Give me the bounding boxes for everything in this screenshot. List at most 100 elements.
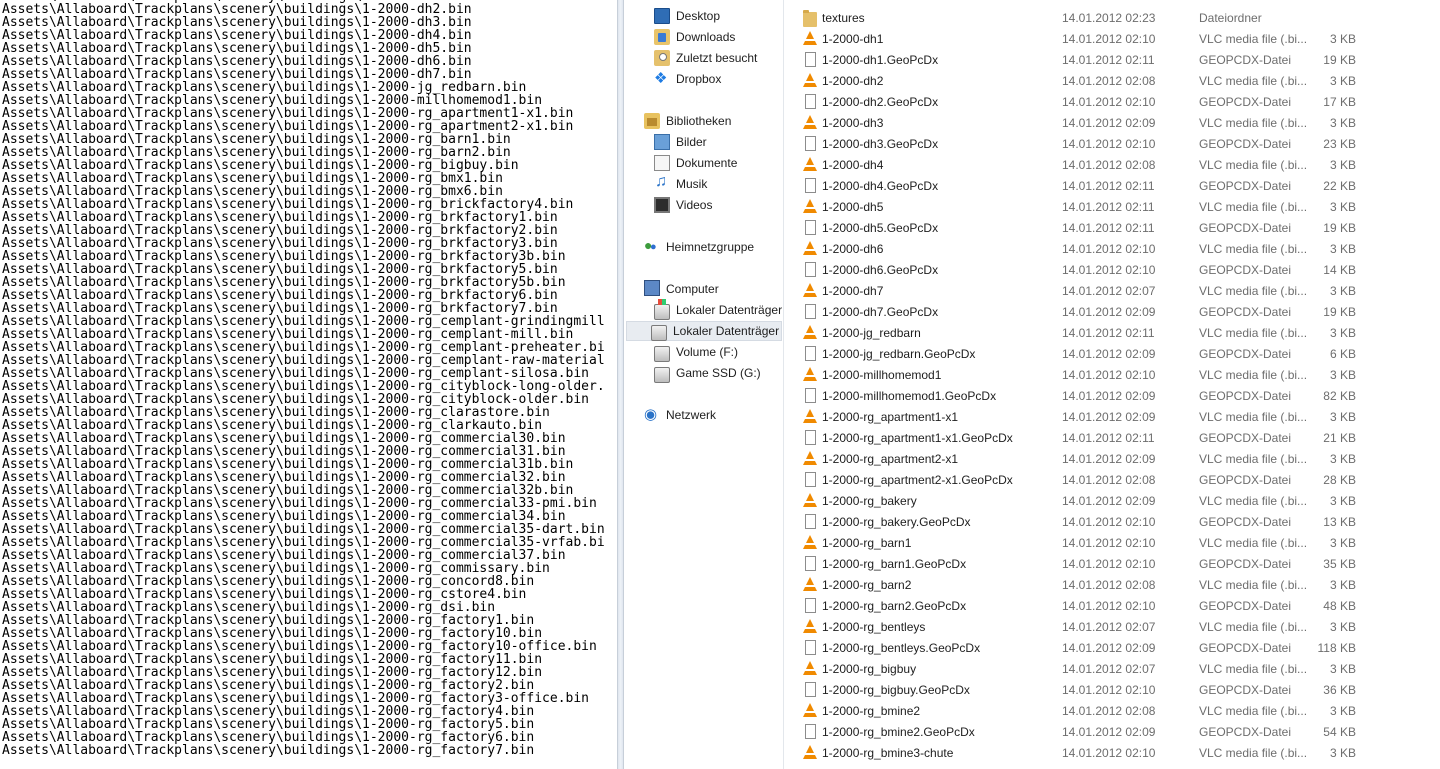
file-name: 1-2000-dh5 (822, 200, 884, 214)
nav-item-musik[interactable]: Musik (654, 173, 707, 194)
file-type: GEOPCDX-Datei (1199, 305, 1292, 319)
file-name: 1-2000-rg_barn1.GeoPcDx (822, 557, 967, 571)
file-type: GEOPCDX-Datei (1199, 431, 1292, 445)
file-row[interactable]: 1-2000-rg_bentleys.GeoPcDx 14.01.2012 02:… (784, 637, 1440, 658)
vlc-file-icon (803, 493, 817, 507)
nav-item-zuletzt-besucht[interactable]: Zuletzt besucht (654, 48, 757, 68)
nav-item-bibliotheken[interactable]: Bibliotheken (644, 111, 731, 131)
console-line: Assets\Allaboard\Trackplans\scenery\buil… (2, 743, 535, 758)
file-row[interactable]: 1-2000-rg_bigbuy.GeoPcDx 14.01.2012 02:10… (784, 679, 1440, 700)
file-type: VLC media file (.bi... (1199, 704, 1308, 718)
file-type: Dateiordner (1199, 11, 1262, 25)
file-row[interactable]: 1-2000-dh3.GeoPcDx 14.01.2012 02:10 GEOPCD… (784, 133, 1440, 154)
file-row[interactable]: 1-2000-rg_bentleys 14.01.2012 02:07 VLC me… (784, 616, 1440, 637)
nav-item-dokumente[interactable]: Dokumente (654, 153, 737, 173)
file-icon (805, 430, 816, 445)
vlc-file-icon (803, 619, 817, 633)
vlc-file-icon (803, 73, 817, 87)
file-row[interactable]: 1-2000-rg_bakery.GeoPcDx 14.01.2012 02:10… (784, 511, 1440, 532)
file-date-modified: 14.01.2012 02:09 (1062, 641, 1156, 655)
nav-item-heimnetzgruppe[interactable]: Heimnetzgruppe (644, 237, 754, 257)
nav-item-volume-f[interactable]: Volume (F:) (654, 342, 738, 362)
nav-item-computer[interactable]: Computer (644, 279, 719, 299)
file-row[interactable]: 1-2000-dh6.GeoPcDx 14.01.2012 02:10 GEOPCD… (784, 259, 1440, 280)
file-row[interactable]: textures 14.01.2012 02:23 Dateiordner (784, 7, 1440, 28)
vlc-file-icon (803, 199, 817, 213)
file-date-modified: 14.01.2012 02:10 (1062, 557, 1156, 571)
nav-item-dropbox[interactable]: Dropbox (654, 69, 721, 89)
file-row[interactable]: 1-2000-dh1.GeoPcDx 14.01.2012 02:11 GEOPCD… (784, 49, 1440, 70)
nav-item-desktop[interactable]: Desktop (654, 6, 720, 26)
nav-item-netzwerk[interactable]: Netzwerk (644, 405, 716, 425)
file-size: 3 KB (1329, 494, 1356, 508)
file-row[interactable]: 1-2000-dh2.GeoPcDx 14.01.2012 02:10 GEOPCD… (784, 91, 1440, 112)
file-row[interactable]: 1-2000-rg_barn2.GeoPcDx 14.01.2012 02:10 G… (784, 595, 1440, 616)
file-row[interactable]: 1-2000-rg_barn1 14.01.2012 02:10 VLC media… (784, 532, 1440, 553)
nav-item-videos[interactable]: Videos (654, 195, 712, 215)
file-row[interactable]: 1-2000-dh2 14.01.2012 02:08 VLC media file… (784, 70, 1440, 91)
file-row[interactable]: 1-2000-rg_bigbuy 14.01.2012 02:07 VLC medi… (784, 658, 1440, 679)
nav-item-lokaler-datentr-ger[interactable]: Lokaler Datenträger (626, 321, 782, 341)
local-disk-icon (651, 325, 667, 341)
file-row[interactable]: 1-2000-jg_redbarn.GeoPcDx 14.01.2012 02:0… (784, 343, 1440, 364)
homegroup-icon (644, 237, 660, 255)
file-icon (805, 598, 816, 613)
nav-item-bilder[interactable]: Bilder (654, 132, 707, 152)
file-icon (805, 346, 816, 361)
file-type: VLC media file (.bi... (1199, 746, 1308, 760)
file-date-modified: 14.01.2012 02:09 (1062, 347, 1156, 361)
local-disk-system-icon (654, 299, 670, 320)
file-row[interactable]: 1-2000-jg_redbarn 14.01.2012 02:11 VLC med… (784, 322, 1440, 343)
file-size: 3 KB (1329, 746, 1356, 760)
file-name: 1-2000-millhomemod1 (822, 368, 942, 382)
file-row[interactable]: 1-2000-dh1 14.01.2012 02:10 VLC media file… (784, 28, 1440, 49)
file-row[interactable]: 1-2000-dh4.GeoPcDx 14.01.2012 02:11 GEOPCD… (784, 175, 1440, 196)
file-row[interactable]: 1-2000-rg_bmine2.GeoPcDx 14.01.2012 02:09… (784, 721, 1440, 742)
network-icon (644, 405, 660, 423)
nav-item-label: Dropbox (676, 72, 722, 86)
file-row[interactable]: 1-2000-rg_barn1.GeoPcDx 14.01.2012 02:10 G… (784, 553, 1440, 574)
file-size: 35 KB (1323, 557, 1356, 571)
file-row[interactable]: 1-2000-dh6 14.01.2012 02:10 VLC media file… (784, 238, 1440, 259)
file-row[interactable]: 1-2000-millhomemod1 14.01.2012 02:10 VLC m… (784, 364, 1440, 385)
file-row[interactable]: 1-2000-rg_apartment2-x1.GeoPcDx 14.01.201… (784, 469, 1440, 490)
file-row[interactable]: 1-2000-rg_apartment1-x1 14.01.2012 02:09 V… (784, 406, 1440, 427)
navigation-pane: Desktop Downloads Zuletzt besucht Dropbox Bi… (624, 0, 784, 769)
nav-item-downloads[interactable]: Downloads (654, 27, 735, 47)
file-row[interactable]: 1-2000-millhomemod1.GeoPcDx 14.01.2012 02… (784, 385, 1440, 406)
file-type: VLC media file (.bi... (1199, 242, 1308, 256)
file-row[interactable]: 1-2000-dh4 14.01.2012 02:08 VLC media file… (784, 154, 1440, 175)
file-row[interactable]: 1-2000-rg_barn2 14.01.2012 02:08 VLC media… (784, 574, 1440, 595)
file-row[interactable]: 1-2000-rg_bakery 14.01.2012 02:09 VLC medi… (784, 490, 1440, 511)
file-row[interactable]: 1-2000-rg_bmine2 14.01.2012 02:08 VLC medi… (784, 700, 1440, 721)
vlc-file-icon (803, 661, 817, 675)
file-icon (805, 262, 816, 277)
nav-item-game-ssd-g[interactable]: Game SSD (G:) (654, 363, 761, 383)
nav-item-lokaler-datentr-ger[interactable]: Lokaler Datenträger (654, 299, 782, 320)
file-icon (805, 136, 816, 151)
file-row[interactable]: 1-2000-rg_bmine3-chute 14.01.2012 02:10 VL… (784, 742, 1440, 763)
file-name: 1-2000-dh2 (822, 74, 884, 88)
file-name: 1-2000-dh1 (822, 32, 884, 46)
file-row[interactable]: 1-2000-dh5 14.01.2012 02:11 VLC media file… (784, 196, 1440, 217)
file-name: 1-2000-rg_bakery (822, 494, 917, 508)
nav-item-label: Bilder (676, 135, 707, 149)
file-type: VLC media file (.bi... (1199, 200, 1308, 214)
file-type: GEOPCDX-Datei (1199, 557, 1292, 571)
file-type: GEOPCDX-Datei (1199, 389, 1292, 403)
file-size: 17 KB (1323, 95, 1356, 109)
file-row[interactable]: 1-2000-dh3 14.01.2012 02:09 VLC media file… (784, 112, 1440, 133)
file-name: 1-2000-rg_bmine2 (822, 704, 921, 718)
file-row[interactable]: 1-2000-rg_apartment2-x1 14.01.2012 02:09 V… (784, 448, 1440, 469)
file-size: 13 KB (1323, 515, 1356, 529)
pane-splitter[interactable] (617, 0, 624, 769)
file-row[interactable]: 1-2000-rg_apartment1-x1.GeoPcDx 14.01.201… (784, 427, 1440, 448)
file-name: 1-2000-jg_redbarn.GeoPcDx (822, 347, 976, 361)
file-date-modified: 14.01.2012 02:07 (1062, 620, 1156, 634)
file-row[interactable]: 1-2000-dh5.GeoPcDx 14.01.2012 02:11 GEOPCD… (784, 217, 1440, 238)
console-output-pane: Assets\Allaboard\Trackplans\scenery\buil… (0, 0, 617, 769)
file-row[interactable]: 1-2000-dh7 14.01.2012 02:07 VLC media file… (784, 280, 1440, 301)
file-name: 1-2000-dh7 (822, 284, 884, 298)
file-name: 1-2000-rg_bentleys.GeoPcDx (822, 641, 981, 655)
file-row[interactable]: 1-2000-dh7.GeoPcDx 14.01.2012 02:09 GEOPCD… (784, 301, 1440, 322)
